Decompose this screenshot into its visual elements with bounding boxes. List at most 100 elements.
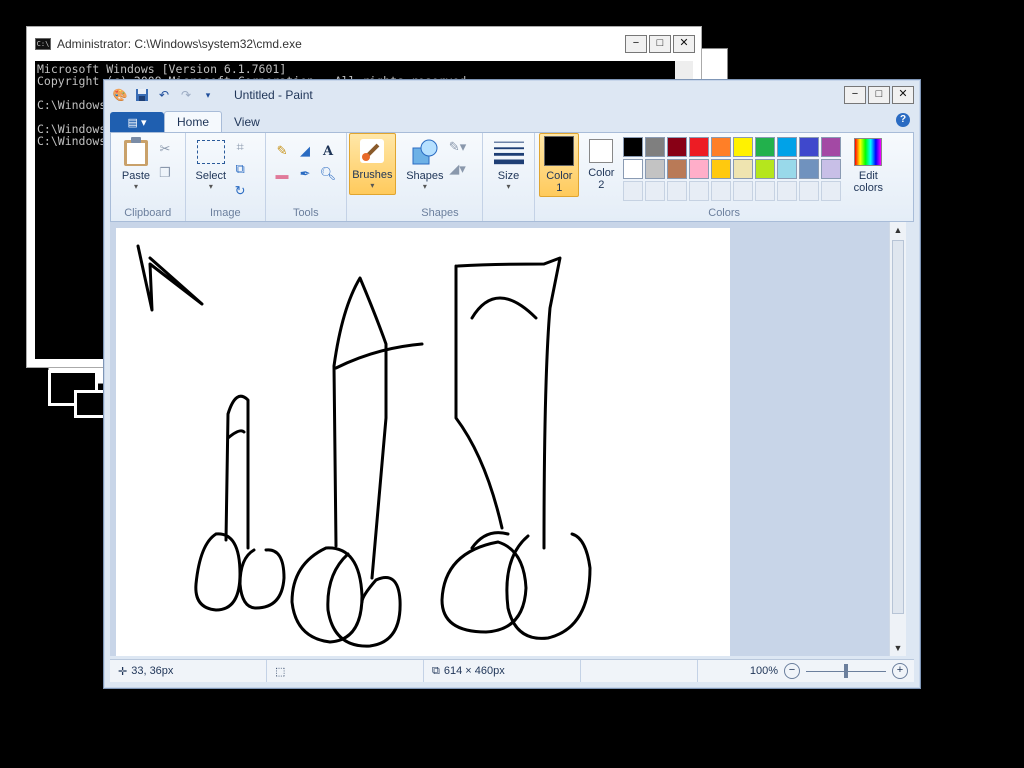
scroll-up-icon[interactable]: ▲ <box>890 222 906 238</box>
custom-color-slot[interactable] <box>755 181 776 201</box>
custom-color-slot[interactable] <box>799 181 820 201</box>
group-colors: Color 1 Color 2 Edit colors Colors <box>535 133 913 221</box>
palette-swatch[interactable] <box>755 137 776 157</box>
palette-swatch[interactable] <box>711 159 732 179</box>
zoom-slider-knob[interactable] <box>844 663 848 678</box>
palette-swatch[interactable] <box>733 159 754 179</box>
zoom-in-icon[interactable]: + <box>892 663 908 679</box>
group-brushes: Brushes ▾ <box>347 133 399 221</box>
palette-swatch[interactable] <box>689 159 710 179</box>
magnifier-icon[interactable]: 🔍︎ <box>318 164 338 184</box>
clipboard-icon <box>121 137 151 167</box>
palette-swatch[interactable] <box>799 159 820 179</box>
shapes-button[interactable]: Shapes ▾ <box>402 133 447 191</box>
paint-maximize-button[interactable]: □ <box>868 86 890 104</box>
paint-titlebar[interactable]: 🎨 ↶ ↷ ▾ Untitled - Paint − □ ✕ <box>104 80 920 110</box>
color-palette <box>623 137 842 201</box>
palette-swatch[interactable] <box>689 137 710 157</box>
paint-app-icon[interactable]: 🎨 <box>112 87 128 103</box>
palette-swatch[interactable] <box>711 137 732 157</box>
custom-color-slot[interactable] <box>689 181 710 201</box>
stroke-middle-shaft <box>332 276 388 580</box>
palette-swatch[interactable] <box>667 137 688 157</box>
custom-color-slot[interactable] <box>733 181 754 201</box>
palette-swatch[interactable] <box>733 137 754 157</box>
palette-swatch[interactable] <box>623 159 644 179</box>
canvas-workspace[interactable]: ▲ ▼ <box>110 222 906 656</box>
palette-swatch[interactable] <box>623 137 644 157</box>
zoom-out-icon[interactable]: − <box>784 663 800 679</box>
resize-icon[interactable]: ⧉ <box>230 159 250 179</box>
customize-qat-icon[interactable]: ▾ <box>200 87 216 103</box>
ribbon: Paste ▾ ✂ ❐ Clipboard Select ▾ ⌗ ⧉ ↻ Ima… <box>110 132 914 222</box>
pencil-icon[interactable]: ✎ <box>272 141 292 161</box>
tab-view[interactable]: View <box>222 112 272 132</box>
paste-label: Paste <box>121 170 151 182</box>
stroke-right-ball2 <box>505 532 592 640</box>
crop-icon[interactable]: ⌗ <box>230 137 250 157</box>
shapes-icon <box>410 137 440 167</box>
palette-swatch[interactable] <box>821 137 842 157</box>
stroke-left-shaft <box>224 394 250 550</box>
palette-swatch[interactable] <box>821 159 842 179</box>
edit-colors-button[interactable]: Edit colors <box>845 133 887 201</box>
cursor-position-value: 33, 36px <box>131 665 174 677</box>
cmd-titlebar[interactable]: C:\ Administrator: C:\Windows\system32\c… <box>27 27 701 61</box>
custom-color-slot[interactable] <box>821 181 842 201</box>
cmd-minimize-button[interactable]: − <box>625 35 647 53</box>
redo-icon[interactable]: ↷ <box>178 87 194 103</box>
palette-swatch[interactable] <box>799 137 820 157</box>
copy-icon[interactable]: ❐ <box>155 163 175 183</box>
color-picker-icon[interactable]: ✒ <box>295 164 315 184</box>
color2-label: Color 2 <box>588 167 615 191</box>
select-icon <box>196 137 226 167</box>
color2-swatch <box>589 139 614 163</box>
palette-swatch[interactable] <box>667 159 688 179</box>
tab-home[interactable]: Home <box>164 111 223 132</box>
palette-swatch[interactable] <box>777 159 798 179</box>
paint-menu-button[interactable]: ▤ ▾ <box>110 112 164 132</box>
stroke-right-left <box>454 264 504 530</box>
cmd-close-button[interactable]: ✕ <box>673 35 695 53</box>
help-icon[interactable]: ? <box>896 113 910 127</box>
zoom-slider[interactable] <box>806 663 886 678</box>
brushes-label: Brushes <box>352 169 393 181</box>
group-label-shapes: Shapes <box>421 207 459 219</box>
group-label-colors: Colors <box>708 207 741 219</box>
paint-window[interactable]: 🎨 ↶ ↷ ▾ Untitled - Paint − □ ✕ ▤ ▾ Home … <box>103 79 921 689</box>
rotate-icon[interactable]: ↻ <box>230 181 250 201</box>
drawing-canvas[interactable] <box>116 228 730 656</box>
paint-minimize-button[interactable]: − <box>844 86 866 104</box>
vertical-scrollbar[interactable]: ▲ ▼ <box>889 222 906 656</box>
palette-swatch[interactable] <box>755 159 776 179</box>
save-icon[interactable] <box>134 87 150 103</box>
size-button[interactable]: Size ▾ <box>483 133 535 191</box>
custom-color-slot[interactable] <box>777 181 798 201</box>
paint-close-button[interactable]: ✕ <box>892 86 914 104</box>
select-button[interactable]: Select ▾ <box>192 133 231 201</box>
stroke-left-ball2 <box>238 548 286 610</box>
custom-color-slot[interactable] <box>667 181 688 201</box>
undo-icon[interactable]: ↶ <box>156 87 172 103</box>
cmd-maximize-button[interactable]: □ <box>649 35 671 53</box>
brushes-button[interactable]: Brushes ▾ <box>348 133 397 195</box>
palette-swatch[interactable] <box>645 137 666 157</box>
palette-swatch[interactable] <box>777 137 798 157</box>
text-icon[interactable]: A <box>318 141 338 161</box>
paste-button[interactable]: Paste ▾ <box>117 133 155 191</box>
palette-swatch[interactable] <box>645 159 666 179</box>
color1-button[interactable]: Color 1 <box>539 133 580 197</box>
fill-shape-icon[interactable]: ◢▾ <box>448 159 468 179</box>
custom-color-slot[interactable] <box>623 181 644 201</box>
custom-color-slot[interactable] <box>711 181 732 201</box>
outline-icon[interactable]: ✎▾ <box>448 137 468 157</box>
cut-icon[interactable]: ✂ <box>155 139 175 159</box>
color2-button[interactable]: Color 2 <box>583 133 619 201</box>
eraser-icon[interactable]: ▬ <box>272 164 292 184</box>
cmd-icon: C:\ <box>35 38 51 50</box>
fill-icon[interactable]: ◢ <box>295 141 315 161</box>
image-size: ⧉ 614 × 460px <box>424 660 581 682</box>
scroll-down-icon[interactable]: ▼ <box>890 640 906 656</box>
custom-color-slot[interactable] <box>645 181 666 201</box>
scroll-thumb[interactable] <box>892 240 904 614</box>
